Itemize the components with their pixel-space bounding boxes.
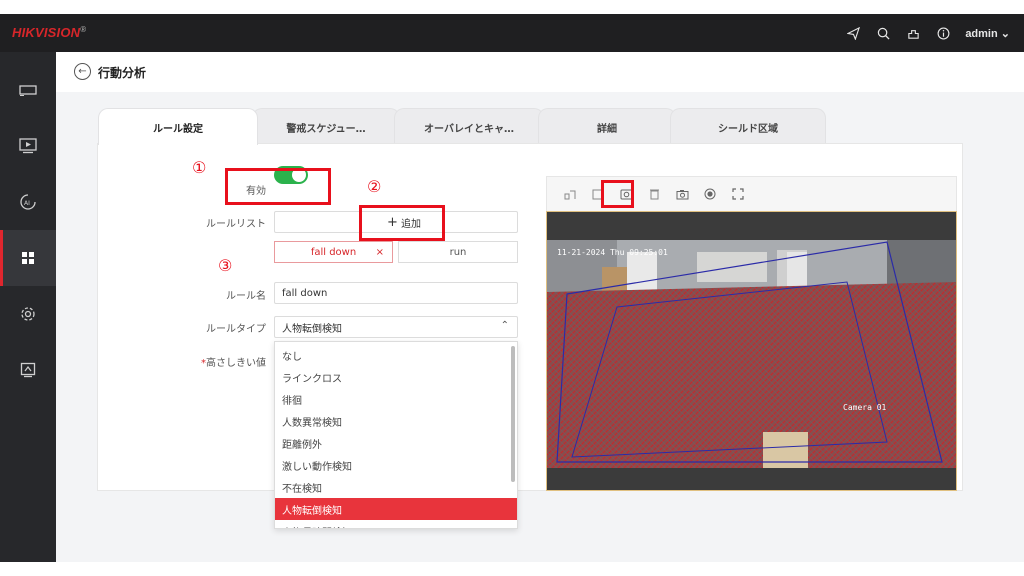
apps-grid-icon <box>22 252 34 264</box>
annotation-3: ③ <box>218 256 233 275</box>
svg-text:AI: AI <box>24 200 30 207</box>
dropdown-option[interactable]: 不在検知 <box>275 476 511 498</box>
highlight-box-1 <box>225 168 331 205</box>
rule-chip-run[interactable]: run <box>398 241 518 263</box>
sidebar-item-apps[interactable] <box>0 230 56 286</box>
monitor-icon <box>19 85 37 96</box>
rule-name-input[interactable]: fall down <box>274 282 518 304</box>
tab-overlay-capture[interactable]: オーバレイとキャ… <box>394 108 544 145</box>
tab-advanced[interactable]: 詳細 <box>538 108 676 145</box>
video-toolbar <box>556 182 752 206</box>
maintenance-icon <box>20 362 36 378</box>
annotation-2: ② <box>367 177 382 196</box>
annotation-1: ① <box>192 158 207 177</box>
dropdown-option[interactable]: ラインクロス <box>275 366 511 388</box>
dropdown-option[interactable]: 激しい動作検知 <box>275 454 511 476</box>
video-timestamp: 11-21-2024 Thu 09:25:01 <box>557 248 668 257</box>
ai-icon: AI <box>20 194 36 210</box>
fullscreen-icon[interactable] <box>724 182 752 206</box>
chevron-down-icon: ⌄ <box>1000 27 1010 40</box>
dropdown-option[interactable]: 徘徊 <box>275 388 511 410</box>
tab-arming-schedule[interactable]: 警戒スケジュー… <box>252 108 400 145</box>
sidebar-item-playback[interactable] <box>0 118 56 174</box>
dropdown-option[interactable]: 人物長時間検知 <box>275 520 511 529</box>
page-header: ← 行動分析 <box>56 52 1024 92</box>
rule-type-dropdown: なし ラインクロス 徘徊 人数異常検知 距離例外 激しい動作検知 不在検知 人物… <box>274 341 518 529</box>
rule-type-label: ルールタイプ <box>206 324 266 335</box>
search-icon[interactable] <box>875 25 891 41</box>
dropdown-option-selected[interactable]: 人物転倒検知 <box>275 498 517 520</box>
top-bar: HIKVISION® admin ⌄ <box>0 14 1024 52</box>
page-title: 行動分析 <box>98 66 147 80</box>
camera-name-label: Camera 01 <box>843 403 887 412</box>
back-arrow-icon[interactable]: ← <box>74 63 91 80</box>
dropdown-option[interactable]: なし <box>275 344 511 366</box>
rule-name-label: ルール名 <box>226 291 266 302</box>
chevron-up-icon: ⌃ <box>500 320 509 331</box>
delete-icon[interactable] <box>640 182 668 206</box>
hikvision-logo: HIKVISION® <box>12 25 87 40</box>
tab-rule-settings[interactable]: ルール設定 <box>98 108 258 145</box>
plugin-icon[interactable] <box>905 25 921 41</box>
dropdown-option[interactable]: 人数異常検知 <box>275 410 511 432</box>
sidebar-item-ai[interactable]: AI <box>0 174 56 230</box>
record-icon[interactable] <box>696 182 724 206</box>
highlight-box-toolbar <box>601 180 634 208</box>
height-threshold-label: *高さしきい値 <box>201 358 266 369</box>
rule-list-label: ルールリスト <box>206 219 266 230</box>
playback-icon <box>19 138 37 154</box>
line-draw-icon[interactable] <box>556 182 584 206</box>
camera-video-feed: 11-21-2024 Thu 09:25:01 Camera 01 <box>546 211 957 491</box>
sidebar-item-settings[interactable] <box>0 286 56 342</box>
gear-icon <box>21 307 35 321</box>
sidebar-item-maintenance[interactable] <box>0 342 56 398</box>
rule-chip-fall-down[interactable]: fall down × <box>274 241 393 263</box>
snapshot-icon[interactable] <box>668 182 696 206</box>
sidebar-item-preview[interactable] <box>0 62 56 118</box>
dropdown-scrollbar[interactable] <box>511 346 515 482</box>
close-icon[interactable]: × <box>376 247 384 258</box>
info-icon[interactable] <box>935 25 951 41</box>
send-icon[interactable] <box>845 25 861 41</box>
highlight-box-2 <box>359 205 445 241</box>
sidebar: AI <box>0 52 56 562</box>
rule-type-select[interactable]: 人物転倒検知 ⌃ <box>274 316 518 338</box>
dropdown-option[interactable]: 距離例外 <box>275 432 511 454</box>
tab-shield-region[interactable]: シールド区域 <box>670 108 826 145</box>
user-menu[interactable]: admin ⌄ <box>965 27 1010 40</box>
